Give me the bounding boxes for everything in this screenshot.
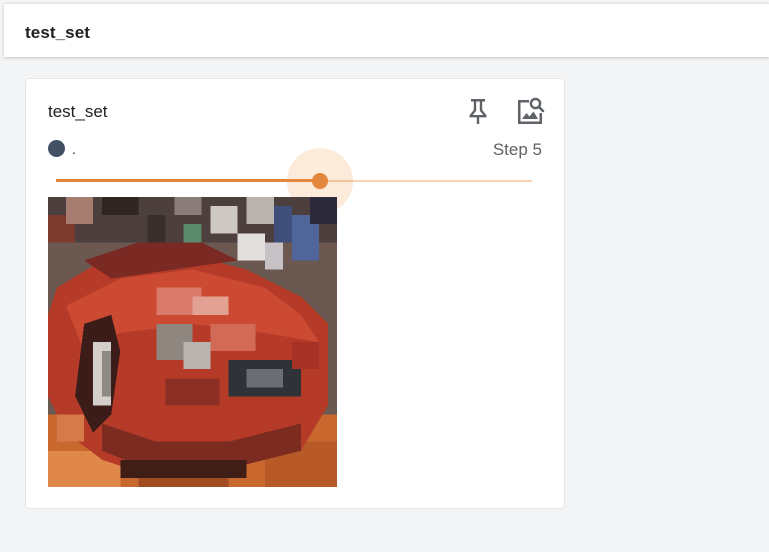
image-search-button[interactable] (514, 95, 546, 127)
image-search-icon (518, 97, 545, 124)
car-image (48, 197, 337, 487)
slider-fill (56, 179, 321, 182)
group-title: test_set (25, 23, 91, 42)
sample-image[interactable] (48, 197, 337, 487)
pin-button[interactable] (462, 95, 494, 127)
card-title: test_set (48, 102, 108, 121)
run-color-dot (48, 139, 65, 157)
step-label: Step 5 (492, 140, 542, 159)
image-card: test_set . Step 5 (25, 78, 565, 509)
pin-icon (469, 99, 487, 124)
step-slider[interactable] (56, 148, 532, 214)
group-header: test_set (4, 3, 769, 57)
run-name: . (72, 140, 77, 158)
run-legend: . (48, 139, 77, 158)
app-root: test_set test_set . Step 5 (0, 0, 769, 552)
